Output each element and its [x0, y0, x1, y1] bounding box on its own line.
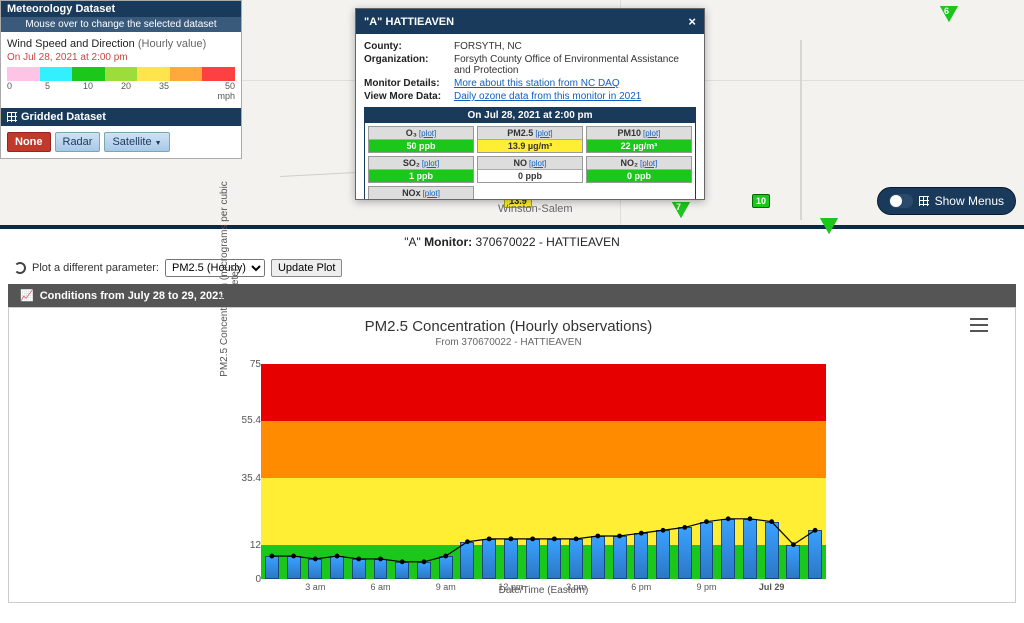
param-name: Wind Speed and Direction [7, 38, 135, 50]
conditions-header: 📈 Conditions from July 28 to 29, 2021 [8, 284, 1016, 307]
pollutant-name: SO₂ [403, 158, 420, 168]
chart-menu-button[interactable] [970, 318, 988, 332]
chart-frame: PM2.5 Concentration (Hourly observations… [8, 307, 1016, 603]
pollutant-plot-link[interactable]: [plot] [529, 159, 546, 168]
caret-down-icon: ▼ [155, 140, 162, 147]
plot-param-label: Plot a different parameter: [32, 262, 159, 274]
pollutant-name: PM10 [618, 128, 642, 138]
pollutant-cell: O₃[plot] 50 ppb [368, 126, 474, 153]
param-type: (Hourly value) [138, 38, 206, 50]
panel-title: Meteorology Dataset [7, 3, 115, 15]
layer-satellite-button[interactable]: Satellite ▼ [104, 132, 169, 152]
parameter-select[interactable]: PM2.5 (Hourly) [165, 259, 265, 277]
y-tick: 55.4 [231, 415, 261, 426]
y-tick: 0 [231, 574, 261, 585]
refresh-icon [14, 262, 26, 274]
layer-radar-button[interactable]: Radar [55, 132, 101, 152]
pollutant-cell: NO[plot] 0 ppb [477, 156, 583, 183]
pollutant-value: 50 ppb [369, 140, 473, 152]
y-axis-label: PM2.5 Concentration (micrograms per cubi… [219, 179, 241, 379]
panel-title-bar: Meteorology Dataset [1, 1, 241, 17]
pollutant-plot-link[interactable]: [plot] [422, 159, 439, 168]
grid-icon [919, 196, 929, 206]
y-tick: 75 [231, 359, 261, 370]
pollutant-cell: NO₂[plot] 0 ppb [586, 156, 692, 183]
line-layer [261, 364, 826, 579]
pollutant-cell: PM10[plot] 22 µg/m³ [586, 126, 692, 153]
road-line [800, 40, 802, 220]
pollutant-cell: PM2.5[plot] 13.9 µg/m³ [477, 126, 583, 153]
gridded-title: Gridded Dataset [21, 111, 106, 123]
gridded-dataset-header: Gridded Dataset [1, 107, 241, 126]
meta-details-key: Monitor Details: [364, 78, 454, 89]
plot-controls: Plot a different parameter: PM2.5 (Hourl… [0, 255, 1024, 281]
map-area[interactable]: Meteorology Dataset Mouse over to change… [0, 0, 1024, 229]
pollutant-plot-link[interactable]: [plot] [423, 189, 440, 198]
conditions-title: Conditions from July 28 to 29, 2021 [40, 290, 225, 302]
monitor-label: Monitor: [424, 235, 472, 249]
pm25-chart: PM2.5 Concentration (Hourly observations… [21, 314, 996, 594]
meta-org-key: Organization: [364, 54, 454, 76]
pollutant-value: 13.9 µg/m³ [478, 140, 582, 152]
pollutant-plot-link[interactable]: [plot] [643, 129, 660, 138]
chart-title: PM2.5 Concentration (Hourly observations… [21, 314, 996, 335]
meta-more-key: View More Data: [364, 91, 454, 102]
show-menus-label: Show Menus [935, 194, 1004, 208]
wind-colorbar [7, 67, 235, 81]
chart-subtitle: From 370670022 - HATTIEAVEN [21, 337, 996, 348]
station-popup: "A" HATTIEAVEN × County:FORSYTH, NC Orga… [355, 8, 705, 200]
pollutant-value: 0 ppb [587, 170, 691, 182]
panel-hint: Mouse over to change the selected datase… [1, 17, 241, 32]
unit-label: mph [7, 91, 235, 101]
grid-icon [7, 112, 17, 122]
close-icon[interactable]: × [688, 14, 696, 29]
plot-area: 3 am6 am9 am12 pm3 pm6 pm9 pmJul 29 [261, 364, 826, 579]
meta-county-val: FORSYTH, NC [454, 41, 696, 52]
map-marker[interactable]: 10 [752, 194, 770, 208]
monitor-value: 370670022 - HATTIEAVEN [475, 235, 619, 249]
popup-body: County:FORSYTH, NC Organization:Forsyth … [356, 34, 704, 199]
satellite-label: Satellite [112, 136, 151, 148]
pollutant-name: PM2.5 [507, 128, 533, 138]
update-plot-button[interactable]: Update Plot [271, 259, 342, 277]
pollutant-name: NOx [402, 188, 421, 198]
y-tick: 35.4 [231, 473, 261, 484]
map-marker-triangle[interactable]: 7 [672, 202, 690, 218]
pollutant-value: 0 ppb [478, 170, 582, 182]
layer-none-button[interactable]: None [7, 132, 51, 152]
chart-icon: 📈 [20, 289, 34, 302]
popup-header: "A" HATTIEAVEN × [356, 9, 704, 34]
pollutant-grid: O₃[plot]50 ppbPM2.5[plot]13.9 µg/m³PM10[… [365, 123, 695, 199]
pollutant-name: NO₂ [621, 158, 639, 168]
x-axis-label: Date/Time (Eastern) [261, 585, 826, 596]
y-tick: 12 [231, 540, 261, 551]
meteorology-panel: Meteorology Dataset Mouse over to change… [0, 0, 242, 159]
meta-county-key: County: [364, 41, 454, 52]
wind-speed-row: Wind Speed and Direction (Hourly value) [7, 38, 235, 50]
pollutant-cell: NOx[plot]1 ppb [368, 186, 474, 199]
antenna-icon: "A" [404, 235, 421, 249]
map-marker-triangle[interactable]: 6 [940, 6, 958, 22]
view-more-data-link[interactable]: Daily ozone data from this monitor in 20… [454, 91, 641, 102]
pollutant-value: 1 ppb [369, 170, 473, 182]
param-timestamp: On Jul 28, 2021 at 2:00 pm [7, 52, 235, 63]
pollutant-name: O₃ [406, 128, 417, 138]
pollutant-name: NO [514, 158, 528, 168]
meta-org-val: Forsyth County Office of Environmental A… [454, 54, 696, 76]
toggle-icon [889, 194, 913, 208]
city-label: Winston-Salem [498, 203, 573, 215]
popup-title: HATTIEAVEN [385, 16, 454, 28]
pollutant-cell: SO₂[plot] 1 ppb [368, 156, 474, 183]
monitor-title-bar: "A" Monitor: 370670022 - HATTIEAVEN [0, 229, 1024, 255]
monitor-details-link[interactable]: More about this station from NC DAQ [454, 78, 620, 89]
pollutant-plot-link[interactable]: [plot] [640, 159, 657, 168]
map-marker-triangle[interactable] [820, 218, 838, 234]
show-menus-button[interactable]: Show Menus [877, 187, 1016, 215]
pollutant-plot-link[interactable]: [plot] [535, 129, 552, 138]
data-timestamp: On Jul 28, 2021 at 2:00 pm [365, 108, 695, 123]
antenna-icon: "A" [364, 16, 382, 28]
pollutant-value: 22 µg/m³ [587, 140, 691, 152]
pollutant-plot-link[interactable]: [plot] [419, 129, 436, 138]
wind-scale-labels: 0510203550 [7, 81, 235, 91]
